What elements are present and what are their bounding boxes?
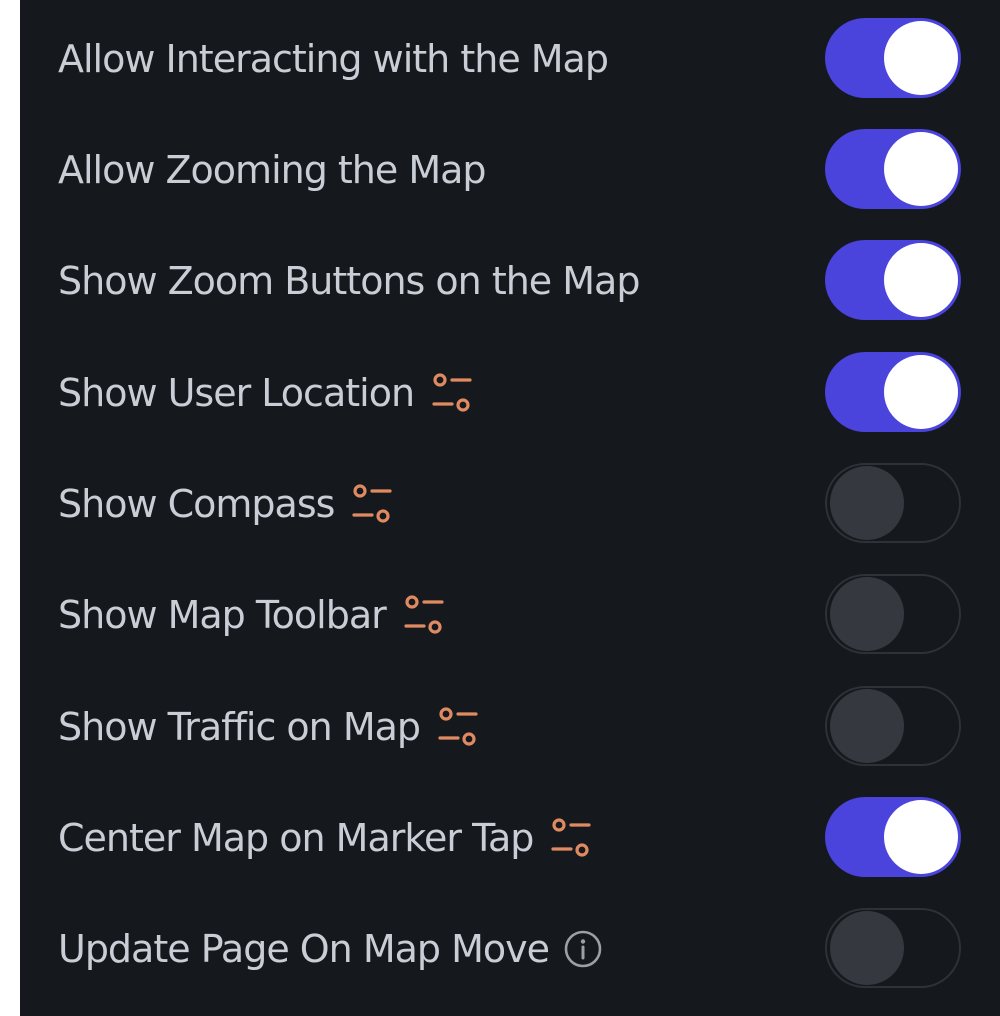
update-page-on-map-move-toggle[interactable] [825, 908, 961, 988]
setting-row-update-page-on-map-move: Update Page On Map Move [20, 893, 1000, 1004]
setting-label: Show Zoom Buttons on the Map [58, 258, 640, 303]
setting-row-show-zoom-buttons: Show Zoom Buttons on the Map [20, 225, 1000, 336]
toggle-knob [830, 577, 904, 651]
toggle-knob [830, 689, 904, 763]
setting-label-group: Allow Interacting with the Map [58, 3, 609, 114]
setting-label-group: Show Compass [58, 448, 396, 559]
toggle-knob [830, 466, 904, 540]
sliders-icon[interactable] [428, 371, 476, 415]
setting-row-show-user-location: Show User Location [20, 337, 1000, 448]
sliders-icon[interactable] [348, 482, 396, 526]
toggle-knob [884, 132, 958, 206]
setting-label-group: Update Page On Map Move [58, 893, 603, 1004]
sliders-icon[interactable] [400, 593, 448, 637]
show-compass-toggle[interactable] [825, 463, 961, 543]
toggle-knob [830, 911, 904, 985]
setting-row-allow-zooming: Allow Zooming the Map [20, 114, 1000, 225]
show-traffic-toggle[interactable] [825, 686, 961, 766]
toggle-knob [884, 21, 958, 95]
setting-label-group: Show Zoom Buttons on the Map [58, 225, 640, 336]
show-map-toolbar-toggle[interactable] [825, 574, 961, 654]
setting-row-show-traffic: Show Traffic on Map [20, 671, 1000, 782]
setting-label: Allow Zooming the Map [58, 147, 487, 192]
setting-row-center-map-on-marker-tap: Center Map on Marker Tap [20, 782, 1000, 893]
show-user-location-toggle[interactable] [825, 352, 961, 432]
center-map-on-marker-tap-toggle[interactable] [825, 797, 961, 877]
setting-label-group: Show User Location [58, 337, 476, 448]
setting-label-group: Show Map Toolbar [58, 559, 448, 670]
info-icon[interactable] [563, 929, 603, 969]
sliders-icon[interactable] [547, 816, 595, 860]
setting-row-show-compass: Show Compass [20, 448, 1000, 559]
setting-label: Allow Interacting with the Map [58, 36, 609, 81]
setting-row-show-map-toolbar: Show Map Toolbar [20, 559, 1000, 670]
toggle-knob [884, 355, 958, 429]
toggle-knob [884, 243, 958, 317]
setting-label: Show User Location [58, 370, 415, 415]
setting-label-group: Allow Zooming the Map [58, 114, 487, 225]
setting-row-allow-interacting: Allow Interacting with the Map [20, 3, 1000, 114]
allow-interacting-toggle[interactable] [825, 18, 961, 98]
setting-label: Show Map Toolbar [58, 592, 387, 637]
setting-label: Center Map on Marker Tap [58, 815, 534, 860]
setting-label: Update Page On Map Move [58, 926, 550, 971]
setting-label-group: Center Map on Marker Tap [58, 782, 595, 893]
show-zoom-buttons-toggle[interactable] [825, 240, 961, 320]
toggle-knob [884, 800, 958, 874]
setting-label: Show Compass [58, 481, 335, 526]
setting-label-group: Show Traffic on Map [58, 671, 482, 782]
sliders-icon[interactable] [434, 705, 482, 749]
setting-label: Show Traffic on Map [58, 704, 421, 749]
map-settings-panel: Allow Interacting with the Map Allow Zoo… [20, 0, 1000, 1016]
allow-zooming-toggle[interactable] [825, 129, 961, 209]
